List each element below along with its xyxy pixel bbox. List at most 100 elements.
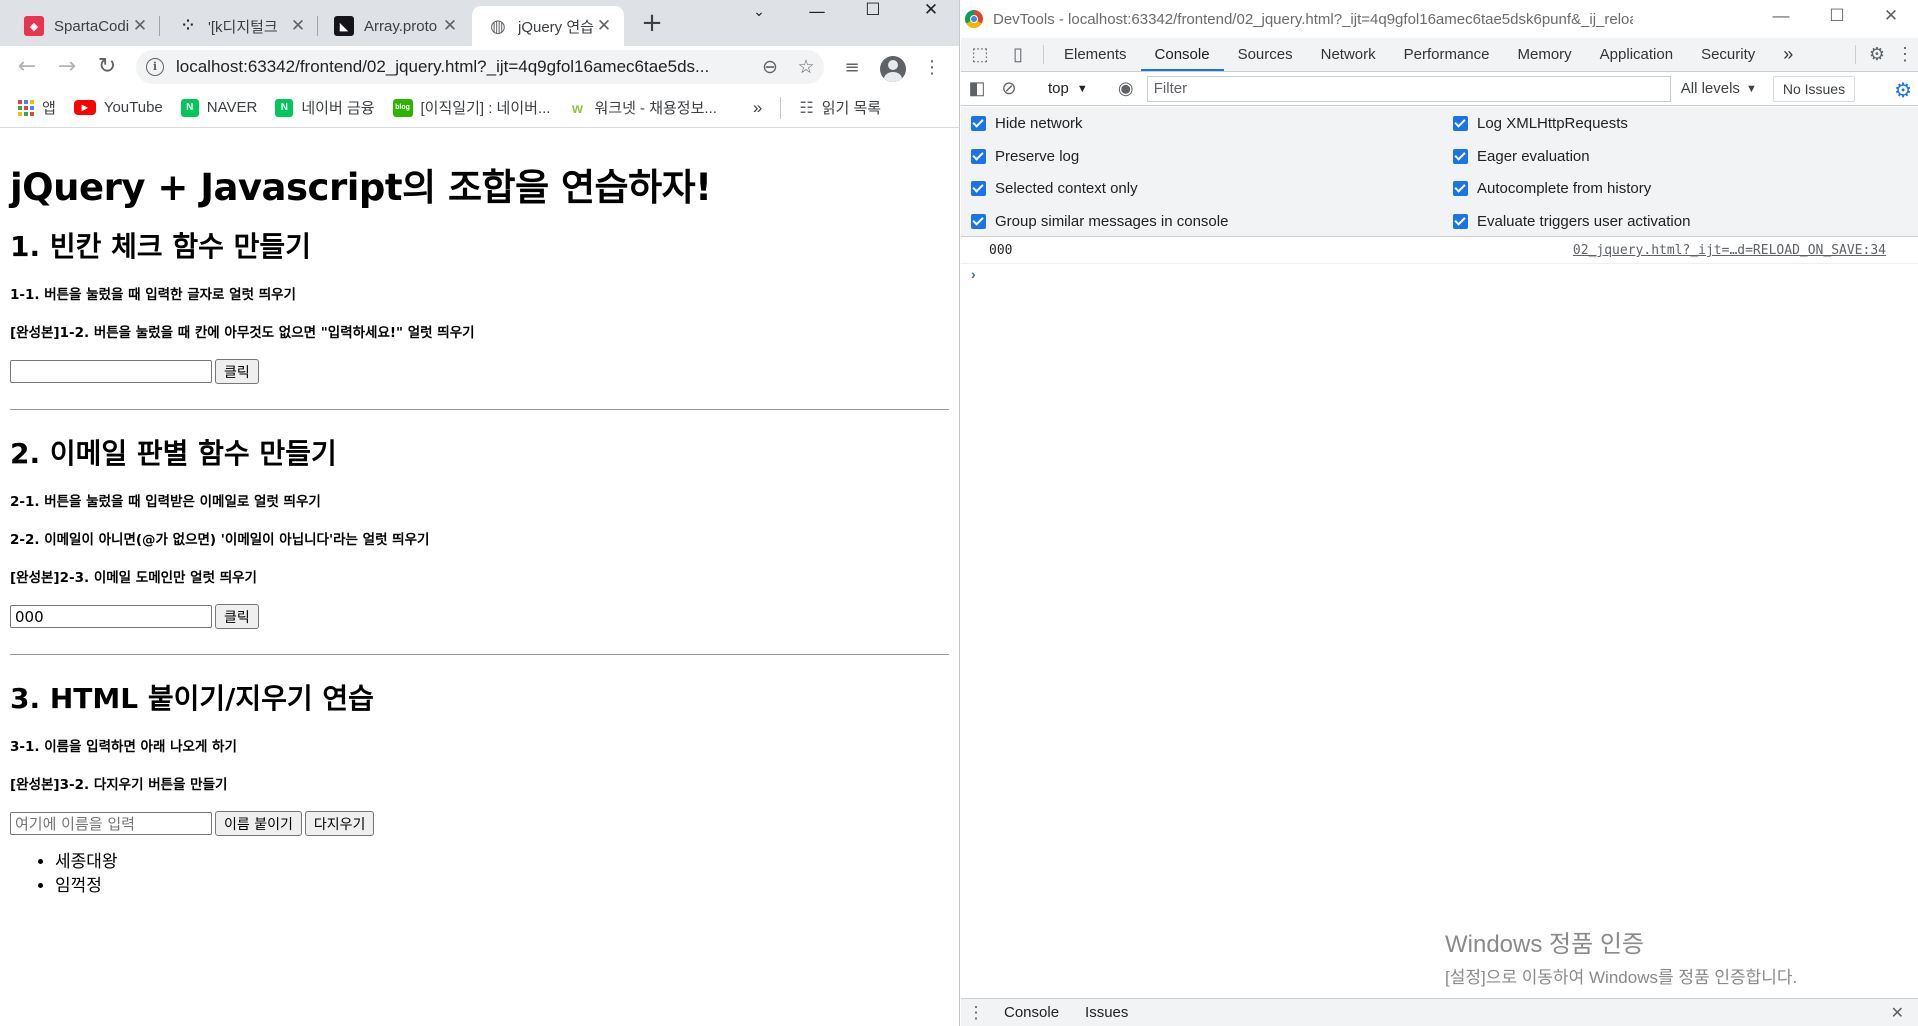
drawer-menu-icon[interactable]: ⋮ — [961, 1003, 991, 1023]
clear-console-icon[interactable]: ⊘ — [993, 78, 1025, 99]
close-tab-icon[interactable]: ✕ — [594, 16, 614, 36]
issues-button[interactable]: No Issues — [1772, 75, 1856, 102]
setting-eager-evaluation[interactable]: Eager evaluation — [1453, 148, 1590, 165]
checkbox-checked-icon[interactable] — [1453, 214, 1468, 229]
divider — [10, 654, 949, 655]
checkbox-checked-icon[interactable] — [1453, 116, 1468, 131]
address-bar[interactable]: i localhost:63342/frontend/02_jquery.htm… — [136, 50, 824, 84]
tab-memory[interactable]: Memory — [1504, 38, 1586, 71]
blank-check-click-button[interactable]: 클릭 — [215, 359, 259, 384]
setting-evaluate-triggers[interactable]: Evaluate triggers user activation — [1453, 213, 1690, 230]
watermark-subtitle: [설정]으로 이동하여 Windows를 정품 인증합니다. — [1445, 968, 1798, 987]
reload-icon[interactable]: ↻ — [92, 52, 122, 82]
setting-preserve-log[interactable]: Preserve log — [971, 148, 1079, 165]
console-message: 000 02_jquery.html?_ijt=…d=RELOAD_ON_SAV… — [961, 238, 1918, 264]
setting-selected-context-only[interactable]: Selected context only — [971, 180, 1138, 197]
setting-label: Evaluate triggers user activation — [1477, 213, 1691, 230]
profile-avatar[interactable] — [880, 56, 906, 82]
eye-icon[interactable]: ◉ — [1111, 78, 1141, 99]
close-window-icon[interactable]: ✕ — [1871, 6, 1911, 26]
bookmark-naver[interactable]: N NAVER — [180, 98, 257, 117]
close-drawer-icon[interactable]: ✕ — [1891, 1003, 1904, 1023]
gear-icon[interactable]: ⚙ — [1862, 38, 1892, 71]
email-check-click-button[interactable]: 클릭 — [215, 604, 259, 629]
checkbox-checked-icon[interactable] — [971, 149, 986, 164]
tab-elements[interactable]: Elements — [1050, 38, 1141, 71]
filter-input[interactable] — [1146, 75, 1671, 102]
tab-sources[interactable]: Sources — [1224, 38, 1307, 71]
setting-group-similar[interactable]: Group similar messages in console — [971, 213, 1228, 230]
devtools-tabbar: ⬚ ▯ Elements Console Sources Network Per… — [961, 38, 1918, 72]
close-tab-icon[interactable]: ✕ — [440, 16, 460, 36]
context-selector[interactable]: top ▼ — [1038, 80, 1098, 97]
drawer-tab-console[interactable]: Console — [991, 1004, 1072, 1021]
checkbox-checked-icon[interactable] — [1453, 181, 1468, 196]
console-prompt-icon[interactable]: › — [971, 266, 976, 282]
maximize-icon[interactable]: ☐ — [1817, 6, 1857, 26]
bookmark-label: 앱 — [42, 100, 56, 117]
tab-application[interactable]: Application — [1586, 38, 1687, 71]
bookmark-blog[interactable]: blog [이직일기] : 네이버... — [392, 97, 550, 118]
url-text[interactable]: localhost:63342/frontend/02_jquery.html?… — [176, 57, 752, 77]
setting-label: Eager evaluation — [1477, 148, 1590, 165]
tab-spartacoding[interactable]: ◆ SpartaCodi ✕ — [8, 6, 160, 46]
sidebar-toggle-icon[interactable]: ◧ — [961, 78, 993, 99]
bookmark-naver-finance[interactable]: N 네이버 금융 — [275, 97, 375, 118]
zoom-icon[interactable]: ⊖ — [752, 56, 788, 79]
name-input[interactable] — [10, 812, 212, 835]
checkbox-checked-icon[interactable] — [971, 116, 986, 131]
more-tabs-button[interactable]: » — [1769, 38, 1807, 71]
console-settings-gear-icon[interactable]: ⚙ — [1894, 78, 1912, 103]
blank-check-input[interactable] — [10, 360, 212, 383]
tab-security[interactable]: Security — [1687, 38, 1769, 71]
bookmark-worknet[interactable]: w 워크넷 - 채용정보... — [568, 97, 717, 118]
tab-kdigital[interactable]: ⁘ '[k디지털크 ✕ — [162, 6, 318, 46]
chrome-logo-icon — [965, 10, 983, 28]
kebab-menu-icon[interactable]: ⋮ — [1892, 38, 1918, 71]
apps-icon — [18, 99, 34, 116]
bookmark-apps[interactable]: 앱 — [18, 97, 56, 118]
tab-network[interactable]: Network — [1307, 38, 1390, 71]
drawer-tab-issues[interactable]: Issues — [1072, 1004, 1141, 1021]
forward-icon[interactable]: → — [52, 52, 82, 82]
kebab-menu-icon[interactable]: ⋮ — [918, 54, 946, 82]
minimize-icon[interactable]: — — [794, 2, 840, 26]
setting-label: Hide network — [995, 115, 1083, 132]
checkbox-checked-icon[interactable] — [971, 181, 986, 196]
media-playlist-icon[interactable]: ≡ — [838, 54, 866, 82]
console-source-link[interactable]: 02_jquery.html?_ijt=…d=RELOAD_ON_SAVE:34 — [1573, 243, 1886, 258]
maximize-icon[interactable]: ☐ — [850, 0, 896, 24]
close-tab-icon[interactable]: ✕ — [288, 16, 308, 36]
reading-list-button[interactable]: ☷ 읽기 목록 — [799, 97, 881, 118]
bookmark-star-icon[interactable]: ☆ — [788, 56, 824, 79]
close-tab-icon[interactable]: ✕ — [130, 16, 150, 36]
site-info-icon[interactable]: i — [146, 58, 164, 76]
bookmark-youtube[interactable]: ▶ YouTube — [73, 99, 163, 116]
clear-all-button[interactable]: 다지우기 — [304, 811, 375, 836]
tab-performance[interactable]: Performance — [1390, 38, 1504, 71]
setting-autocomplete-history[interactable]: Autocomplete from history — [1453, 180, 1651, 197]
email-input[interactable] — [10, 605, 212, 628]
section2-form: 클릭 — [10, 604, 949, 629]
context-label: top — [1048, 80, 1069, 97]
back-icon[interactable]: ← — [12, 52, 42, 82]
checkbox-checked-icon[interactable] — [1453, 149, 1468, 164]
close-window-icon[interactable]: ✕ — [908, 0, 954, 24]
append-name-button[interactable]: 이름 붙이기 — [215, 811, 302, 836]
new-tab-button[interactable]: + — [638, 10, 666, 38]
setting-log-xhr[interactable]: Log XMLHttpRequests — [1453, 115, 1628, 132]
log-levels-dropdown[interactable]: All levels ▼ — [1681, 80, 1757, 97]
tab-array-prototype[interactable]: ◣ Array.proto ✕ — [318, 6, 470, 46]
checkbox-checked-icon[interactable] — [971, 214, 986, 229]
tab-search-chevron-icon[interactable]: ⌄ — [736, 4, 782, 28]
tab-console[interactable]: Console — [1140, 38, 1224, 71]
inspect-element-icon[interactable]: ⬚ — [961, 38, 999, 71]
section3-heading: 3. HTML 붙이기/지우기 연습 — [10, 682, 374, 715]
tab-jquery-practice[interactable]: ◍ jQuery 연습 ✕ — [472, 6, 624, 46]
setting-hide-network[interactable]: Hide network — [971, 115, 1083, 132]
bookmarks-overflow-button[interactable]: » — [753, 98, 762, 118]
device-toolbar-icon[interactable]: ▯ — [999, 38, 1037, 71]
minimize-icon[interactable]: — — [1761, 6, 1801, 26]
setting-label: Group similar messages in console — [995, 213, 1229, 230]
divider — [1855, 45, 1856, 64]
